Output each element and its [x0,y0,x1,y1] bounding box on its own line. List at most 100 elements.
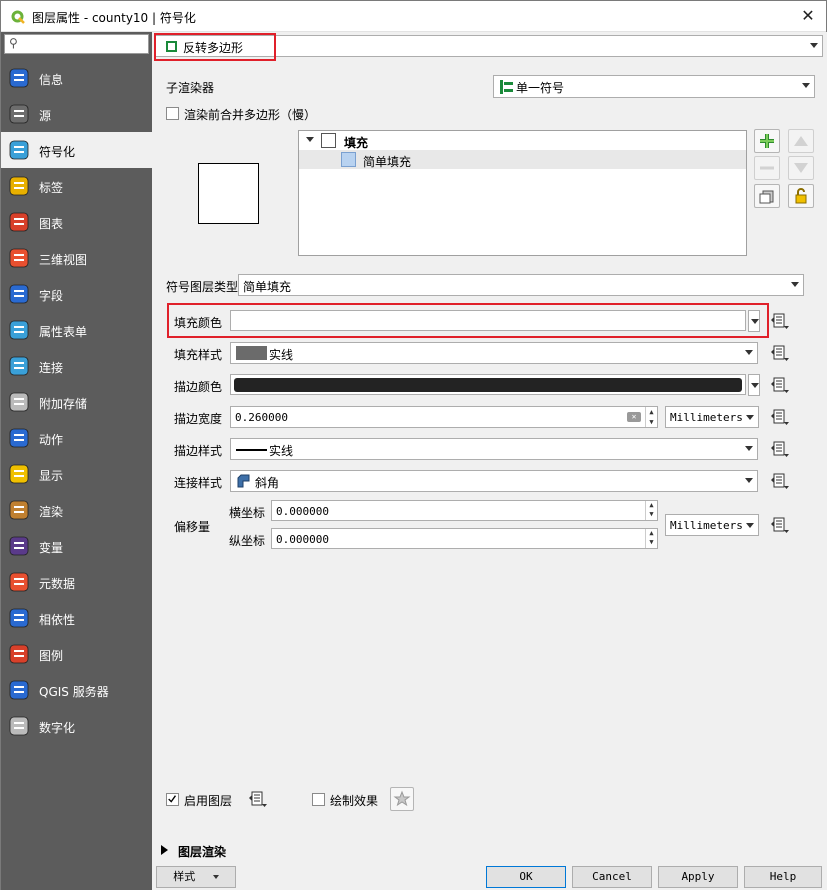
info-icon [7,66,31,90]
sidebar-item-rendering[interactable]: 渲染 [1,492,152,528]
sidebar-item-joins[interactable]: 连接 [1,348,152,384]
fill-style-override-button[interactable] [768,342,796,364]
labels-icon [7,174,31,198]
tree-root-label[interactable]: 填充 [344,134,368,151]
source-icon [7,102,31,126]
effects-settings-button[interactable] [390,787,414,811]
sidebar-item-label: 三维视图 [39,253,88,267]
sidebar-item-label: 相依性 [39,613,76,627]
sidebar-item-label: 信息 [39,73,64,87]
sidebar-item-diagrams[interactable]: 图表 [1,204,152,240]
sidebar-item-labels[interactable]: 标签 [1,168,152,204]
fill-style-select[interactable]: 实线 [230,342,758,364]
join-style-select[interactable]: 斜角 [230,470,758,492]
stroke-width-unit-select[interactable]: Millimeters [665,406,759,428]
sidebar-item-fields[interactable]: 字段 [1,276,152,312]
sidebar-item-attributes-form[interactable]: 属性表单 [1,312,152,348]
arrow-down-icon [794,163,808,173]
help-button[interactable]: Help [744,866,822,888]
sub-renderer-select[interactable]: 单一符号 [493,75,815,98]
sidebar-item-source[interactable]: 源 [1,96,152,132]
sidebar-item-label: 字段 [39,289,64,303]
sidebar-item-label: 变量 [39,541,64,555]
clear-icon[interactable]: ✕ [627,412,641,422]
ok-button[interactable]: OK [486,866,566,888]
spinbox-arrows[interactable]: ▲ ▼ [645,501,657,520]
close-icon[interactable]: ✕ [798,6,818,26]
stroke-style-override-button[interactable] [768,438,796,460]
spinbox-arrows[interactable]: ▲ ▼ [645,529,657,548]
move-up-button[interactable] [788,129,814,153]
move-down-button[interactable] [788,156,814,180]
sidebar-item-qgis-server[interactable]: QGIS 服务器 [1,672,152,708]
qgis-server-icon [7,678,31,702]
plus-icon [760,134,774,148]
sidebar-item-label: 图表 [39,217,64,231]
chevron-down-icon [746,415,754,420]
fill-style-label: 填充样式 [174,348,223,362]
actions-icon [7,426,31,450]
remove-symbol-layer-button[interactable] [754,156,780,180]
sidebar-item-dependencies[interactable]: 相依性 [1,600,152,636]
stroke-color-override-button[interactable] [768,374,796,396]
dependencies-icon [7,606,31,630]
star-icon [393,790,411,807]
duplicate-layer-button[interactable] [754,184,780,208]
sidebar-item-info[interactable]: 信息 [1,60,152,96]
offset-x-input[interactable]: 0.000000 ▲ ▼ [271,500,658,521]
stroke-style-label: 描边样式 [174,444,223,458]
apply-button[interactable]: Apply [658,866,738,888]
renderer-highlight [154,33,276,61]
stroke-width-input[interactable]: 0.260000 ✕ ▲ ▼ [230,406,658,428]
lock-color-button[interactable] [788,184,814,208]
solid-line-swatch [236,449,267,451]
stroke-color-dropdown[interactable] [748,374,760,396]
offset-y-input[interactable]: 0.000000 ▲ ▼ [271,528,658,549]
sidebar-item-symbology[interactable]: 符号化 [1,132,152,168]
data-defined-override-icon [249,791,267,807]
enable-layer-override-button[interactable] [246,788,274,810]
sub-renderer-label: 子渲染器 [166,81,215,95]
chevron-down-icon [745,478,753,483]
sidebar-item-3d-view[interactable]: 三维视图 [1,240,152,276]
symbol-layer-type-select[interactable]: 简单填充 [238,274,804,296]
stroke-width-unit-value: Millimeters [670,411,743,424]
sidebar-item-label: 渲染 [39,505,64,519]
add-symbol-layer-button[interactable] [754,129,780,153]
join-style-override-button[interactable] [768,470,796,492]
legend-icon [7,642,31,666]
tree-child-row[interactable]: 简单填充 [299,150,746,169]
duplicate-icon [759,190,774,204]
symbol-layer-type-value: 简单填充 [243,280,292,294]
sidebar-item-variables[interactable]: 变量 [1,528,152,564]
sidebar-item-digitizing[interactable]: 数字化 [1,708,152,744]
data-defined-override-icon [771,377,789,393]
draw-effects-checkbox[interactable] [312,793,325,806]
style-menu-button[interactable]: 样式 [156,866,236,888]
sidebar-item-legend[interactable]: 图例 [1,636,152,672]
offset-unit-select[interactable]: Millimeters [665,514,759,536]
3d-view-icon [7,246,31,270]
layer-rendering-header[interactable]: 图层渲染 [178,843,226,860]
sidebar-item-display[interactable]: 显示 [1,456,152,492]
sidebar-search-input[interactable]: ⚲ [4,34,149,54]
stroke-style-select[interactable]: 实线 [230,438,758,460]
draw-effects-label: 绘制效果 [330,794,379,808]
offset-override-button[interactable] [768,514,796,536]
fill-color-override-button[interactable] [768,310,796,332]
sidebar-item-label: 动作 [39,433,64,447]
data-defined-override-icon [771,441,789,457]
cancel-button[interactable]: Cancel [572,866,652,888]
sidebar-item-actions[interactable]: 动作 [1,420,152,456]
stroke-color-button[interactable] [230,374,746,395]
sidebar-item-auxiliary-storage[interactable]: 附加存储 [1,384,152,420]
stroke-width-override-button[interactable] [768,406,796,428]
symbol-preview [198,163,259,224]
fill-style-value: 实线 [269,348,294,362]
spinbox-arrows[interactable]: ▲ ▼ [645,407,657,427]
merge-polygons-checkbox[interactable] [166,107,179,120]
expand-arrow-icon[interactable] [161,845,168,855]
sidebar-item-metadata[interactable]: 元数据 [1,564,152,600]
enable-layer-checkbox[interactable] [166,793,179,806]
expand-arrow-icon[interactable] [306,137,314,142]
